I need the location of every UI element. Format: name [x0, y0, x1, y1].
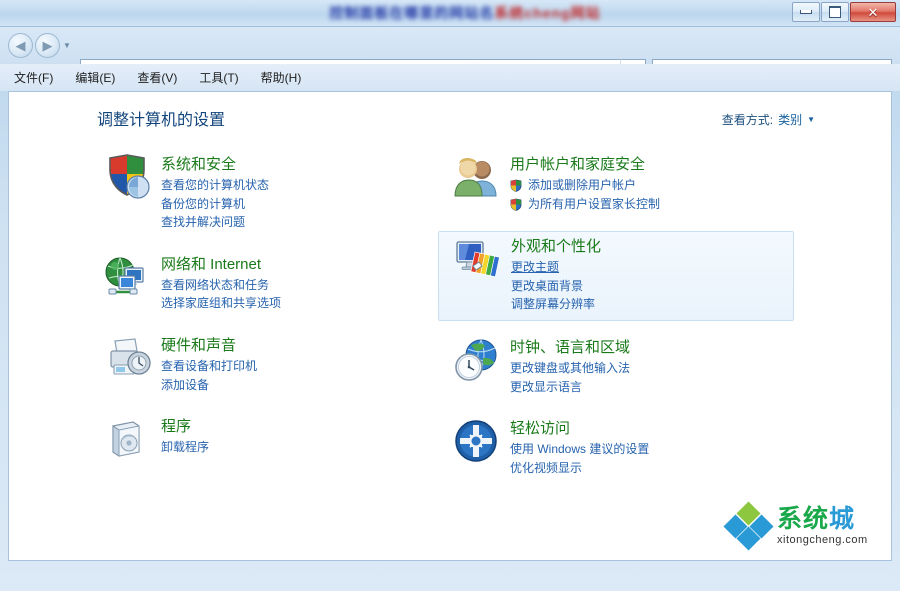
view-by-label: 查看方式: [722, 111, 773, 128]
close-icon: ✕ [868, 6, 879, 19]
logo-diamond-icon [727, 505, 771, 547]
category-link[interactable]: 更改显示语言 [510, 378, 806, 397]
view-by-control[interactable]: 查看方式: 类别 ▼ [722, 111, 815, 128]
category-title[interactable]: 硬件和声音 [161, 337, 427, 355]
logo-en-text: xitongcheng.com [777, 535, 868, 546]
category-link[interactable]: 查看您的计算机状态 [161, 176, 427, 195]
title-bar: 控制面板在哪里的网站名 系统cheng网站 ✕ [0, 0, 900, 27]
page-title: 调整计算机的设置 [97, 106, 225, 130]
menu-item-edit[interactable]: 编辑(E) [75, 69, 115, 86]
minimize-icon [800, 10, 812, 14]
category-network-and-internet[interactable]: 网络和 Internet 查看网络状态和任务 选择家庭组和共享选项 [97, 250, 427, 319]
programs-box-icon [103, 416, 153, 462]
back-button[interactable]: ◀ [8, 33, 33, 58]
category-link[interactable]: 添加或删除用户帐户 [510, 176, 806, 195]
category-user-accounts-and-family-safety[interactable]: 用户帐户和家庭安全 添加或删除用户帐户 [446, 150, 806, 219]
category-title[interactable]: 轻松访问 [510, 420, 806, 438]
clock-globe-icon [452, 337, 502, 383]
network-globe-icon [103, 254, 153, 300]
title-watermark-red: 系统cheng网站 [494, 3, 600, 23]
category-appearance-and-personalization[interactable]: 外观和个性化 更改主题 更改桌面背景 调整屏幕分辨率 [438, 231, 794, 321]
menu-bar: 文件(F) 编辑(E) 查看(V) 工具(T) 帮助(H) [0, 64, 900, 91]
title-watermark-blue: 控制面板在哪里的网站名 [329, 3, 494, 23]
site-logo-watermark: 系统城 xitongcheng.com [721, 500, 883, 552]
forward-button[interactable]: ▶ [35, 33, 60, 58]
appearance-monitor-icon [453, 236, 503, 282]
category-column-right: 用户帐户和家庭安全 添加或删除用户帐户 [446, 150, 806, 495]
category-hardware-and-sound[interactable]: 硬件和声音 查看设备和打印机 添加设备 [97, 331, 427, 400]
uac-shield-icon [510, 198, 522, 211]
category-title[interactable]: 程序 [161, 418, 427, 436]
logo-cn-blue: 城 [829, 505, 855, 533]
category-link[interactable]: 更改键盘或其他输入法 [510, 359, 806, 378]
category-link[interactable]: 查找并解决问题 [161, 213, 427, 232]
category-ease-of-access[interactable]: 轻松访问 使用 Windows 建议的设置 优化视频显示 [446, 414, 806, 483]
uac-shield-icon [510, 179, 522, 192]
address-bar-row: ◀ ▶ ▼ ▸ 控制面板 ▸ www.xitongcheng.com 系统城 控… [0, 27, 900, 64]
category-link[interactable]: 更改桌面背景 [511, 277, 793, 296]
category-link-text: 为所有用户设置家长控制 [528, 197, 660, 211]
title-watermark: 控制面板在哪里的网站名 系统cheng网站 [300, 2, 630, 24]
forward-arrow-icon: ▶ [43, 39, 53, 52]
logo-cn-text: 系统城 [777, 507, 868, 532]
category-link[interactable]: 卸载程序 [161, 438, 427, 457]
logo-text: 系统城 xitongcheng.com [777, 507, 868, 546]
category-title[interactable]: 外观和个性化 [511, 238, 793, 256]
minimize-button[interactable] [792, 2, 820, 22]
category-clock-language-and-region[interactable]: 时钟、语言和区域 更改键盘或其他输入法 更改显示语言 [446, 333, 806, 402]
chevron-down-icon[interactable]: ▼ [807, 115, 815, 124]
category-link[interactable]: 更改主题 [511, 258, 793, 277]
category-programs[interactable]: 程序 卸载程序 [97, 412, 427, 463]
user-accounts-icon [452, 154, 502, 200]
window-controls: ✕ [792, 2, 896, 22]
content-pane: 调整计算机的设置 查看方式: 类别 ▼ [8, 91, 892, 561]
maximize-icon [829, 6, 841, 18]
security-shield-icon [103, 154, 153, 200]
category-link-text: 添加或删除用户帐户 [528, 178, 636, 192]
menu-item-view[interactable]: 查看(V) [137, 69, 177, 86]
category-link[interactable]: 添加设备 [161, 376, 427, 395]
category-link[interactable]: 优化视频显示 [510, 459, 806, 478]
logo-cn-green: 系统 [777, 505, 829, 533]
view-by-value[interactable]: 类别 [778, 111, 802, 128]
menu-item-file[interactable]: 文件(F) [14, 69, 53, 86]
category-title[interactable]: 用户帐户和家庭安全 [510, 156, 806, 174]
close-button[interactable]: ✕ [850, 2, 896, 22]
recent-pages-dropdown-icon[interactable]: ▼ [63, 41, 71, 50]
category-column-left: 系统和安全 查看您的计算机状态 备份您的计算机 查找并解决问题 [97, 150, 427, 475]
category-title[interactable]: 系统和安全 [161, 156, 427, 174]
control-panel-window: 控制面板在哪里的网站名 系统cheng网站 ✕ ◀ ▶ ▼ [0, 0, 900, 591]
category-title[interactable]: 网络和 Internet [161, 256, 427, 274]
category-link[interactable]: 查看网络状态和任务 [161, 276, 427, 295]
category-link[interactable]: 查看设备和打印机 [161, 357, 427, 376]
maximize-button[interactable] [821, 2, 849, 22]
ease-of-access-icon [452, 418, 502, 464]
printer-icon [103, 335, 153, 381]
back-arrow-icon: ◀ [16, 39, 26, 52]
category-link[interactable]: 备份您的计算机 [161, 195, 427, 214]
menu-item-help[interactable]: 帮助(H) [261, 69, 302, 86]
navigation-buttons: ◀ ▶ ▼ [8, 33, 71, 58]
category-link[interactable]: 选择家庭组和共享选项 [161, 294, 427, 313]
category-title[interactable]: 时钟、语言和区域 [510, 339, 806, 357]
category-link[interactable]: 调整屏幕分辨率 [511, 295, 793, 314]
category-link[interactable]: 为所有用户设置家长控制 [510, 195, 806, 214]
menu-item-tools[interactable]: 工具(T) [199, 69, 238, 86]
category-system-and-security[interactable]: 系统和安全 查看您的计算机状态 备份您的计算机 查找并解决问题 [97, 150, 427, 238]
category-link[interactable]: 使用 Windows 建议的设置 [510, 440, 806, 459]
